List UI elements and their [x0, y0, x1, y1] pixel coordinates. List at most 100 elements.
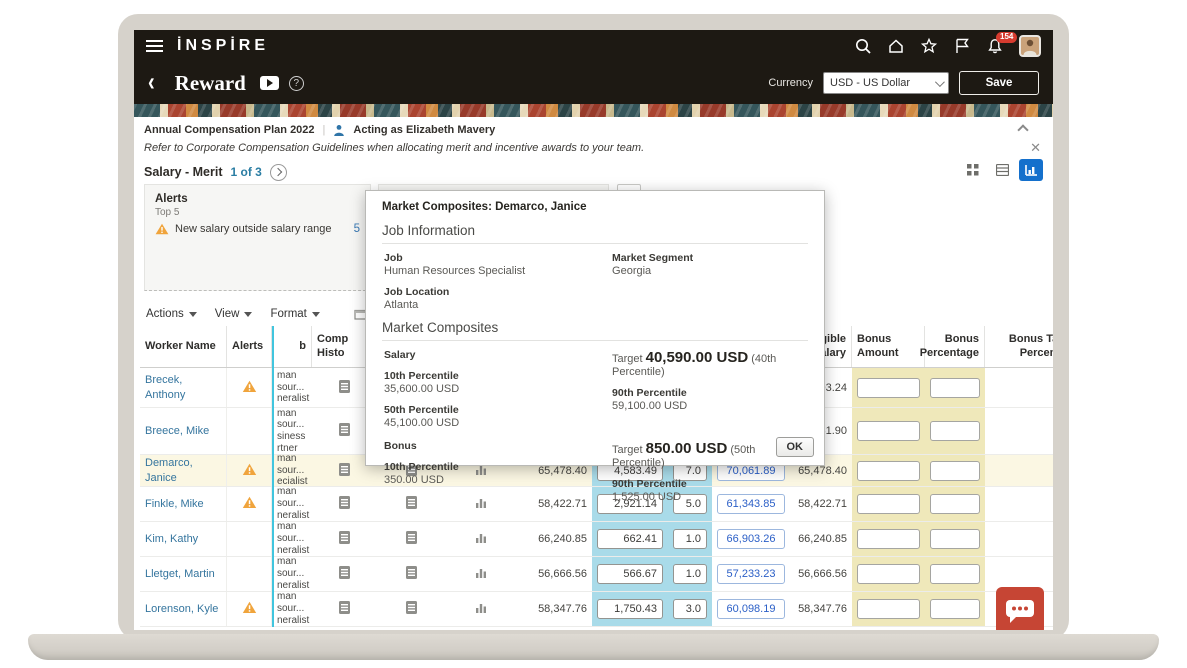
cell-newsal: 66,903.26	[712, 522, 790, 556]
bpct-input[interactable]	[930, 529, 980, 549]
cell-name: Breece, Mike	[140, 408, 227, 454]
job-title-text: man sour... neralist	[277, 487, 309, 521]
worker-name-link[interactable]: Lorenson, Kyle	[145, 602, 218, 616]
column-header-job[interactable]: b	[272, 326, 312, 367]
cell-pct: 1.0	[668, 522, 712, 556]
bamount-input[interactable]	[857, 599, 920, 619]
search-icon[interactable]	[854, 37, 872, 55]
column-header-alert[interactable]: Alerts	[227, 326, 272, 367]
feedback-chat-button[interactable]	[996, 587, 1044, 630]
collapse-chevron-icon[interactable]	[1017, 124, 1028, 135]
details-document-icon[interactable]	[405, 530, 418, 548]
details-document-icon[interactable]	[405, 600, 418, 618]
job-title-text: man sour... neralist	[277, 522, 309, 556]
pct-input[interactable]: 1.0	[673, 564, 707, 584]
amount-input[interactable]: 662.41	[597, 529, 663, 549]
grid-view-icon[interactable]	[961, 159, 985, 181]
alert-count-link[interactable]: 5	[354, 223, 360, 235]
cell-pct: 1.0	[668, 557, 712, 591]
actions-menu[interactable]: Actions	[146, 308, 197, 320]
details-document-icon[interactable]	[338, 565, 351, 583]
analytics-chart-icon[interactable]	[475, 566, 488, 582]
flag-icon[interactable]	[953, 37, 971, 55]
user-avatar[interactable]	[1019, 35, 1041, 57]
details-document-icon[interactable]	[338, 530, 351, 548]
job-title-text: man sour... neralist	[277, 370, 309, 405]
bpct-input[interactable]	[930, 494, 980, 514]
cell-alert	[227, 522, 272, 556]
alerts-panel-subtitle: Top 5	[155, 207, 360, 218]
amount-input[interactable]: 1,750.43	[597, 599, 663, 619]
details-document-icon[interactable]	[338, 600, 351, 618]
details-document-icon[interactable]	[338, 462, 351, 480]
alerts-panel: Alerts Top 5 New salary outside salary r…	[144, 184, 371, 291]
worker-name-link[interactable]: Lletget, Martin	[145, 567, 215, 581]
bpct-input[interactable]	[930, 599, 980, 619]
bpct-input[interactable]	[930, 461, 980, 481]
details-document-icon[interactable]	[338, 379, 351, 397]
warning-icon	[242, 463, 257, 479]
bamount-input[interactable]	[857, 564, 920, 584]
job-title-text: man sour... siness rtner	[277, 408, 305, 454]
bpct-input[interactable]	[930, 421, 980, 441]
cell-name: Kim, Kathy	[140, 522, 227, 556]
eligible-value: 58,347.76	[795, 603, 847, 615]
close-icon[interactable]: ✕	[1030, 140, 1041, 156]
column-header-bamount[interactable]: Bonus Amount	[852, 326, 925, 367]
next-plan-button[interactable]	[270, 164, 287, 181]
video-icon[interactable]	[260, 76, 279, 90]
worker-name-link[interactable]: Breece, Mike	[145, 424, 209, 438]
amount-input[interactable]: 566.67	[597, 564, 663, 584]
cell-job: man sour... neralist	[272, 557, 312, 591]
worker-name-link[interactable]: Brecek, Anthony	[145, 373, 221, 402]
column-header-bpct[interactable]: Bonus Percentage	[925, 326, 985, 367]
back-button[interactable]: ‹	[148, 68, 155, 98]
bamount-input[interactable]	[857, 421, 920, 441]
ok-button[interactable]: OK	[776, 437, 815, 457]
analytics-chart-icon[interactable]	[475, 531, 488, 547]
chevron-down-icon	[244, 312, 252, 317]
help-icon[interactable]: ?	[289, 76, 304, 91]
frozen-pane-divider[interactable]	[272, 326, 274, 627]
table-view-icon[interactable]	[990, 159, 1014, 181]
cell-bamount	[852, 557, 925, 591]
hamburger-menu-icon[interactable]	[146, 40, 163, 52]
details-document-icon[interactable]	[338, 422, 351, 440]
format-menu[interactable]: Format	[270, 308, 319, 320]
save-button[interactable]: Save	[959, 71, 1039, 95]
details-document-icon[interactable]	[405, 565, 418, 583]
details-document-icon[interactable]	[338, 495, 351, 513]
bpct-input[interactable]	[930, 378, 980, 398]
worker-name-link[interactable]: Kim, Kathy	[145, 532, 198, 546]
column-header-name[interactable]: Worker Name	[140, 326, 227, 367]
worker-name-link[interactable]: Demarco, Janice	[145, 456, 221, 485]
bamount-input[interactable]	[857, 494, 920, 514]
bpct-input[interactable]	[930, 564, 980, 584]
cell-btarget	[985, 487, 1053, 521]
table-row: Lorenson, Kyleman sour... neralist58,347…	[140, 592, 1053, 627]
worker-name-link[interactable]: Finkle, Mike	[145, 497, 204, 511]
column-header-btarget[interactable]: Bonus Target Percentage	[985, 326, 1053, 367]
currency-select[interactable]: USD - US Dollar	[823, 72, 949, 94]
notifications-bell-icon[interactable]: 154	[986, 37, 1004, 55]
table-row: Lletget, Martinman sour... neralist56,66…	[140, 557, 1053, 592]
bamount-input[interactable]	[857, 461, 920, 481]
notification-badge: 154	[996, 32, 1017, 43]
new-salary-value: 57,233.23	[717, 564, 785, 584]
bamount-input[interactable]	[857, 378, 920, 398]
cell-amount: 1,750.43	[592, 592, 668, 626]
cell-name: Lorenson, Kyle	[140, 592, 227, 626]
cell-job: man sour... ecialist	[272, 455, 312, 486]
chat-bubble-icon	[1005, 597, 1035, 625]
cell-job: man sour... neralist	[272, 368, 312, 407]
bamount-input[interactable]	[857, 529, 920, 549]
favorites-star-icon[interactable]	[920, 37, 938, 55]
pct-input[interactable]: 3.0	[673, 599, 707, 619]
pct-input[interactable]: 1.0	[673, 529, 707, 549]
cell-pct: 3.0	[668, 592, 712, 626]
cell-bamount	[852, 368, 925, 407]
analytics-chart-icon[interactable]	[475, 601, 488, 617]
home-icon[interactable]	[887, 37, 905, 55]
view-menu[interactable]: View	[215, 308, 253, 320]
chart-view-icon[interactable]	[1019, 159, 1043, 181]
